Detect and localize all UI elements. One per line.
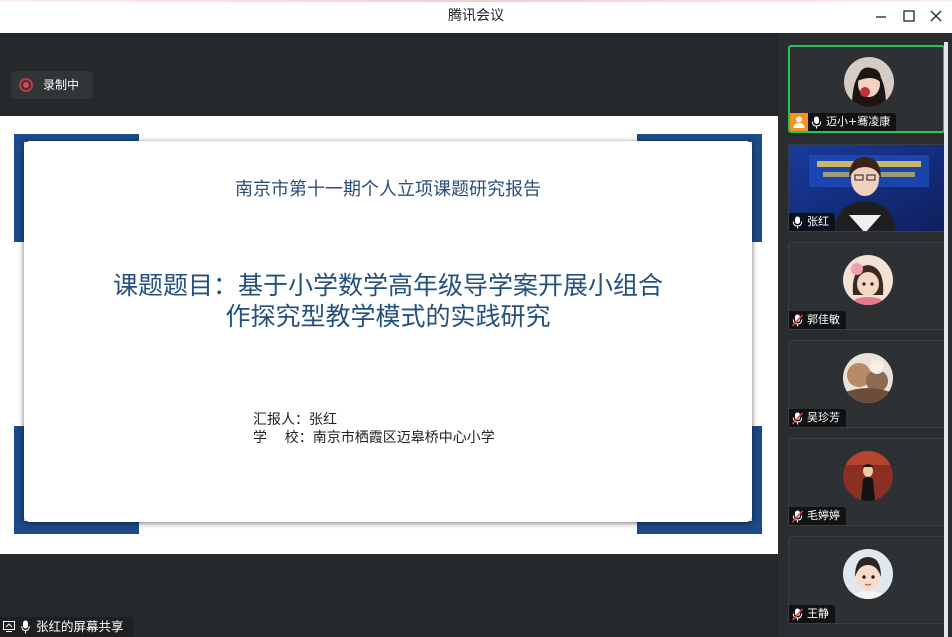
- participant-tile[interactable]: 郭佳敏: [788, 242, 945, 330]
- slide-decor-bottom-left: [14, 521, 139, 534]
- slide-topic: 课题题目：基于小学数学高年级导学案开展小组合 作探究型教学模式的实践研究: [24, 270, 752, 332]
- host-user-icon: [790, 113, 808, 131]
- close-icon[interactable]: [927, 7, 945, 25]
- participant-avatar: [843, 255, 893, 305]
- participant-name: 王静: [807, 607, 829, 620]
- participant-name-bar: 郭佳敏: [789, 311, 846, 329]
- participant-name: 毛婷婷: [807, 509, 840, 522]
- participants-scrollbar[interactable]: [944, 42, 948, 637]
- participant-tile[interactable]: 毛婷婷: [788, 438, 945, 526]
- participant-avatar: [843, 549, 893, 599]
- presentation-slide: 南京市第十一期个人立项课题研究报告 课题题目：基于小学数学高年级导学案开展小组合…: [0, 116, 778, 554]
- screen-share-text: 张红的屏幕共享: [36, 619, 124, 634]
- participant-tile[interactable]: 吴珍芳: [788, 340, 945, 428]
- slide-card: 南京市第十一期个人立项课题研究报告 课题题目：基于小学数学高年级导学案开展小组合…: [24, 141, 752, 522]
- microphone-icon: [792, 216, 803, 228]
- mic-muted-icon: [792, 607, 803, 621]
- minimize-icon[interactable]: [872, 7, 890, 25]
- slide-decor-right-lower: [752, 426, 762, 534]
- participant-avatar: [844, 57, 894, 107]
- slide-topic-line-1: 课题题目：基于小学数学高年级导学案开展小组合: [112, 271, 663, 300]
- screen-share-label[interactable]: 张红的屏幕共享: [0, 617, 133, 637]
- shared-screen-area: 录制中 南京市第十一期个人立项课题研究报告 课题题目：基于小学数学高年级导学案开…: [0, 33, 778, 637]
- participant-name-bar: 毛婷婷: [789, 507, 846, 525]
- title-bar: 腾讯会议: [0, 0, 952, 33]
- slide-decor-bottom-right: [637, 521, 762, 534]
- window-title: 腾讯会议: [448, 8, 504, 24]
- slide-header: 南京市第十一期个人立项课题研究报告: [235, 179, 541, 200]
- participants-panel: 迈小+骞凌康 张红 郭佳敏 吴珍芳 毛婷婷 王静: [778, 33, 952, 637]
- screen-share-icon: [3, 621, 15, 632]
- microphone-icon: [21, 620, 30, 634]
- microphone-icon: [811, 116, 822, 128]
- participant-name-bar: 迈小+骞凌康: [790, 113, 897, 131]
- participant-avatar: [843, 451, 893, 501]
- participant-name: 迈小+骞凌康: [826, 115, 891, 128]
- recording-label: 录制中: [43, 78, 80, 92]
- mic-muted-icon: [792, 509, 803, 523]
- participant-name: 吴珍芳: [807, 411, 840, 424]
- participant-name-bar: 王静: [789, 605, 835, 623]
- slide-reporter: 汇报人：张红: [253, 412, 337, 428]
- participant-name-bar: 吴珍芳: [789, 409, 846, 427]
- participant-name-bar: 张红: [789, 213, 835, 231]
- participant-tile[interactable]: 王静: [788, 536, 945, 624]
- participant-name: 郭佳敏: [807, 313, 840, 326]
- mic-muted-icon: [792, 313, 803, 327]
- maximize-icon[interactable]: [900, 7, 918, 25]
- mic-muted-icon: [792, 411, 803, 425]
- slide-topic-line-2: 作探究型教学模式的实践研究: [225, 302, 551, 331]
- participant-avatar: [843, 353, 893, 403]
- participant-name: 张红: [807, 215, 829, 228]
- slide-decor-right-upper: [752, 134, 762, 242]
- slide-school: 学 校：南京市栖霞区迈皋桥中心小学: [253, 430, 495, 446]
- slide-meta: 汇报人：张红 学 校：南京市栖霞区迈皋桥中心小学: [253, 411, 495, 447]
- recording-indicator[interactable]: 录制中: [11, 71, 93, 99]
- slide-decor-left-lower: [14, 426, 24, 534]
- participant-tile[interactable]: 张红: [788, 144, 945, 232]
- slide-decor-left-upper: [14, 134, 24, 242]
- participant-tile[interactable]: 迈小+骞凌康: [788, 45, 945, 133]
- record-icon: [19, 78, 33, 92]
